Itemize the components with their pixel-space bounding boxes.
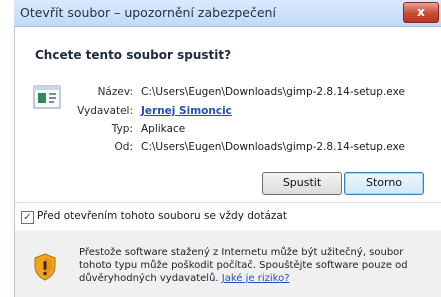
cancel-button[interactable]: Storno	[344, 172, 424, 195]
risk-link[interactable]: Jaké je riziko?	[222, 273, 290, 284]
warning-footer: Přestože software stažený z Internetu mů…	[15, 230, 441, 297]
publisher-link[interactable]: Jernej Simoncic	[141, 105, 232, 117]
type-label: Typ:	[111, 123, 133, 135]
window-title: Otevřít soubor – upozornění zabezpečení	[20, 5, 276, 20]
always-ask-checkbox[interactable]: ✓	[21, 211, 34, 224]
always-ask-label[interactable]: Před otevřením tohoto souboru se vždy do…	[37, 210, 287, 222]
title-bar[interactable]: Otevřít soubor – upozornění zabezpečení …	[14, 0, 441, 27]
type-value: Aplikace	[141, 123, 186, 135]
run-button[interactable]: Spustit	[262, 172, 342, 195]
dialog-question: Chcete tento soubor spustit?	[35, 48, 232, 62]
name-value: C:\Users\Eugen\Downloads\gimp-2.8.14-set…	[141, 86, 405, 98]
section-divider	[15, 202, 441, 203]
publisher-label: Vydavatel:	[77, 105, 133, 117]
security-warning-message: Přestože software stažený z Internetu mů…	[79, 246, 429, 285]
name-label: Název:	[97, 86, 133, 98]
close-button[interactable]: x	[403, 2, 439, 23]
security-shield-icon	[34, 253, 56, 281]
from-value: C:\Users\Eugen\Downloads\gimp-2.8.14-set…	[141, 141, 405, 153]
dialog-content: Chcete tento soubor spustit? Název: C:\U…	[14, 27, 441, 297]
security-warning-window: Otevřít soubor – upozornění zabezpečení …	[0, 0, 441, 297]
from-label: Od:	[114, 141, 133, 153]
